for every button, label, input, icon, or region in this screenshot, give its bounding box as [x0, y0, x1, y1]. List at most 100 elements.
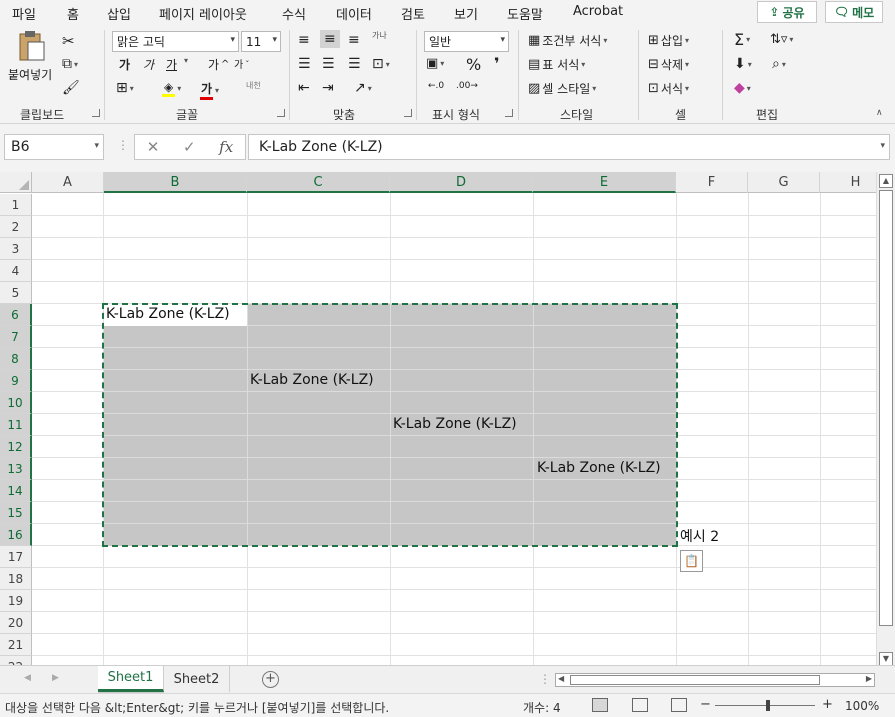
- font-size-combo[interactable]: 11 ▾: [241, 31, 281, 52]
- tab-review[interactable]: 검토: [401, 4, 425, 23]
- row-header-15[interactable]: 15: [0, 502, 32, 524]
- number-format-combo[interactable]: 일반 ▾: [424, 31, 509, 52]
- decrease-indent-icon[interactable]: ⇤: [298, 80, 310, 96]
- cell-e13[interactable]: K-Lab Zone (K-LZ): [537, 460, 661, 476]
- next-sheet-icon[interactable]: ▶: [52, 673, 59, 683]
- row-header-20[interactable]: 20: [0, 612, 32, 634]
- select-all-corner[interactable]: [0, 172, 32, 193]
- tab-splitter-icon[interactable]: ⋮: [539, 672, 551, 686]
- tab-formulas[interactable]: 수식: [282, 4, 306, 23]
- sort-filter-icon[interactable]: ⇅▿ ▾: [770, 32, 793, 47]
- fill-color-icon[interactable]: ◈ ▾: [162, 80, 181, 97]
- clipboard-launcher[interactable]: [92, 109, 100, 117]
- share-button[interactable]: ⇪ 공유: [757, 1, 817, 23]
- delete-cells-button[interactable]: ⊟ 삭제 ▾: [648, 56, 689, 73]
- row-header-13[interactable]: 13: [0, 458, 32, 480]
- vertical-scroll-thumb[interactable]: [879, 190, 893, 626]
- formula-input[interactable]: K-Lab Zone (K-LZ) ▾: [248, 134, 890, 160]
- cancel-icon[interactable]: ✕: [147, 138, 160, 156]
- insert-function-icon[interactable]: fx: [219, 138, 233, 156]
- tab-page-layout[interactable]: 페이지 레이아웃: [159, 4, 247, 23]
- zoom-slider-thumb[interactable]: [766, 700, 770, 711]
- wrap-text-icon[interactable]: 가나: [372, 30, 387, 41]
- row-header-7[interactable]: 7: [0, 326, 32, 348]
- column-header-f[interactable]: F: [676, 172, 748, 193]
- row-header-4[interactable]: 4: [0, 260, 32, 282]
- italic-button[interactable]: 가: [143, 56, 154, 73]
- font-grow-button[interactable]: 가 ^: [208, 56, 229, 73]
- row-header-5[interactable]: 5: [0, 282, 32, 304]
- tab-view[interactable]: 보기: [454, 4, 478, 23]
- cell-f16[interactable]: 예시 2: [680, 526, 719, 546]
- prev-sheet-icon[interactable]: ◀: [24, 673, 31, 683]
- copy-icon[interactable]: ⧉ ▾: [62, 56, 78, 72]
- underline-button[interactable]: 가: [166, 56, 177, 73]
- worksheet-grid[interactable]: A B C D E F G H 1 2 3 4 5 6 7 8 9 10 11 …: [0, 172, 876, 665]
- tab-insert[interactable]: 삽입: [107, 4, 131, 23]
- number-launcher[interactable]: [505, 109, 513, 117]
- horizontal-scroll-thumb[interactable]: [570, 675, 820, 685]
- font-shrink-button[interactable]: 가ˇ: [234, 56, 249, 72]
- cut-icon[interactable]: ✂: [62, 32, 75, 50]
- row-header-9[interactable]: 9: [0, 370, 32, 392]
- memo-button[interactable]: 🗨 메모: [825, 1, 883, 23]
- column-header-a[interactable]: A: [32, 172, 104, 193]
- row-header-12[interactable]: 12: [0, 436, 32, 458]
- tab-data[interactable]: 데이터: [336, 4, 372, 23]
- row-header-17[interactable]: 17: [0, 546, 32, 568]
- zoom-level[interactable]: 100%: [845, 699, 879, 713]
- comma-style-icon[interactable]: ❜: [494, 54, 500, 73]
- vertical-scrollbar[interactable]: ▲ ▼: [876, 172, 895, 666]
- align-left-icon[interactable]: ☰: [298, 56, 311, 72]
- row-header-14[interactable]: 14: [0, 480, 32, 502]
- decrease-decimal-icon[interactable]: .00→: [456, 81, 478, 91]
- page-layout-view-icon[interactable]: [632, 698, 648, 712]
- phonetic-icon[interactable]: 내천: [246, 80, 261, 91]
- orientation-icon[interactable]: ↗ ▾: [354, 80, 372, 96]
- underline-dropdown-icon[interactable]: ▾: [184, 56, 188, 65]
- zoom-slider[interactable]: [715, 705, 815, 706]
- row-header-2[interactable]: 2: [0, 216, 32, 238]
- scroll-right-icon[interactable]: ▶: [866, 674, 872, 683]
- increase-indent-icon[interactable]: ⇥: [322, 80, 334, 96]
- column-header-c[interactable]: C: [247, 172, 390, 193]
- fill-icon[interactable]: ⬇ ▾: [734, 56, 752, 72]
- font-name-combo[interactable]: 맑은 고딕 ▾: [112, 31, 239, 52]
- increase-decimal-icon[interactable]: ←.0: [428, 81, 444, 91]
- row-header-3[interactable]: 3: [0, 238, 32, 260]
- bold-button[interactable]: 가: [119, 56, 130, 73]
- paste-options-button[interactable]: 📋: [680, 550, 703, 572]
- scroll-down-icon[interactable]: ▼: [879, 652, 893, 666]
- insert-cells-button[interactable]: ⊞ 삽입 ▾: [648, 32, 689, 49]
- sheet-tab-sheet2[interactable]: Sheet2: [164, 666, 230, 692]
- row-header-21[interactable]: 21: [0, 634, 32, 656]
- scroll-up-icon[interactable]: ▲: [879, 174, 893, 188]
- enter-icon[interactable]: ✓: [183, 138, 196, 156]
- row-header-16[interactable]: 16: [0, 524, 32, 546]
- format-painter-icon[interactable]: 🖌: [62, 80, 80, 96]
- conditional-formatting-button[interactable]: ▦ 조건부 서식 ▾: [528, 32, 607, 49]
- merge-center-icon[interactable]: ⊡ ▾: [372, 56, 390, 72]
- tab-acrobat[interactable]: Acrobat: [573, 4, 623, 19]
- accounting-format-icon[interactable]: ▣ ▾: [426, 56, 444, 71]
- row-header-11[interactable]: 11: [0, 414, 32, 436]
- paste-button[interactable]: 붙여넣기: [8, 30, 52, 83]
- page-break-view-icon[interactable]: [671, 698, 687, 712]
- zoom-in-icon[interactable]: +: [822, 697, 833, 712]
- column-header-h[interactable]: H: [820, 172, 876, 193]
- sheet-tab-sheet1[interactable]: Sheet1: [98, 666, 164, 692]
- cell-c9[interactable]: K-Lab Zone (K-LZ): [250, 372, 374, 388]
- formula-bar-splitter-icon[interactable]: ⋮: [117, 138, 129, 152]
- row-header-8[interactable]: 8: [0, 348, 32, 370]
- cell-b6[interactable]: K-Lab Zone (K-LZ): [106, 306, 230, 322]
- row-header-19[interactable]: 19: [0, 590, 32, 612]
- collapse-ribbon-icon[interactable]: ∧: [876, 108, 883, 118]
- font-color-icon[interactable]: 가 ▾: [200, 80, 219, 100]
- clear-icon[interactable]: ◆ ▾: [734, 80, 751, 96]
- border-icon[interactable]: ⊞ ▾: [116, 80, 134, 96]
- align-center-icon[interactable]: ☰: [322, 56, 335, 72]
- column-header-b[interactable]: B: [104, 172, 247, 193]
- name-box[interactable]: B6 ▾: [4, 134, 104, 160]
- format-as-table-button[interactable]: ▤ 표 서식 ▾: [528, 56, 585, 73]
- find-select-icon[interactable]: ⌕ ▾: [772, 56, 786, 72]
